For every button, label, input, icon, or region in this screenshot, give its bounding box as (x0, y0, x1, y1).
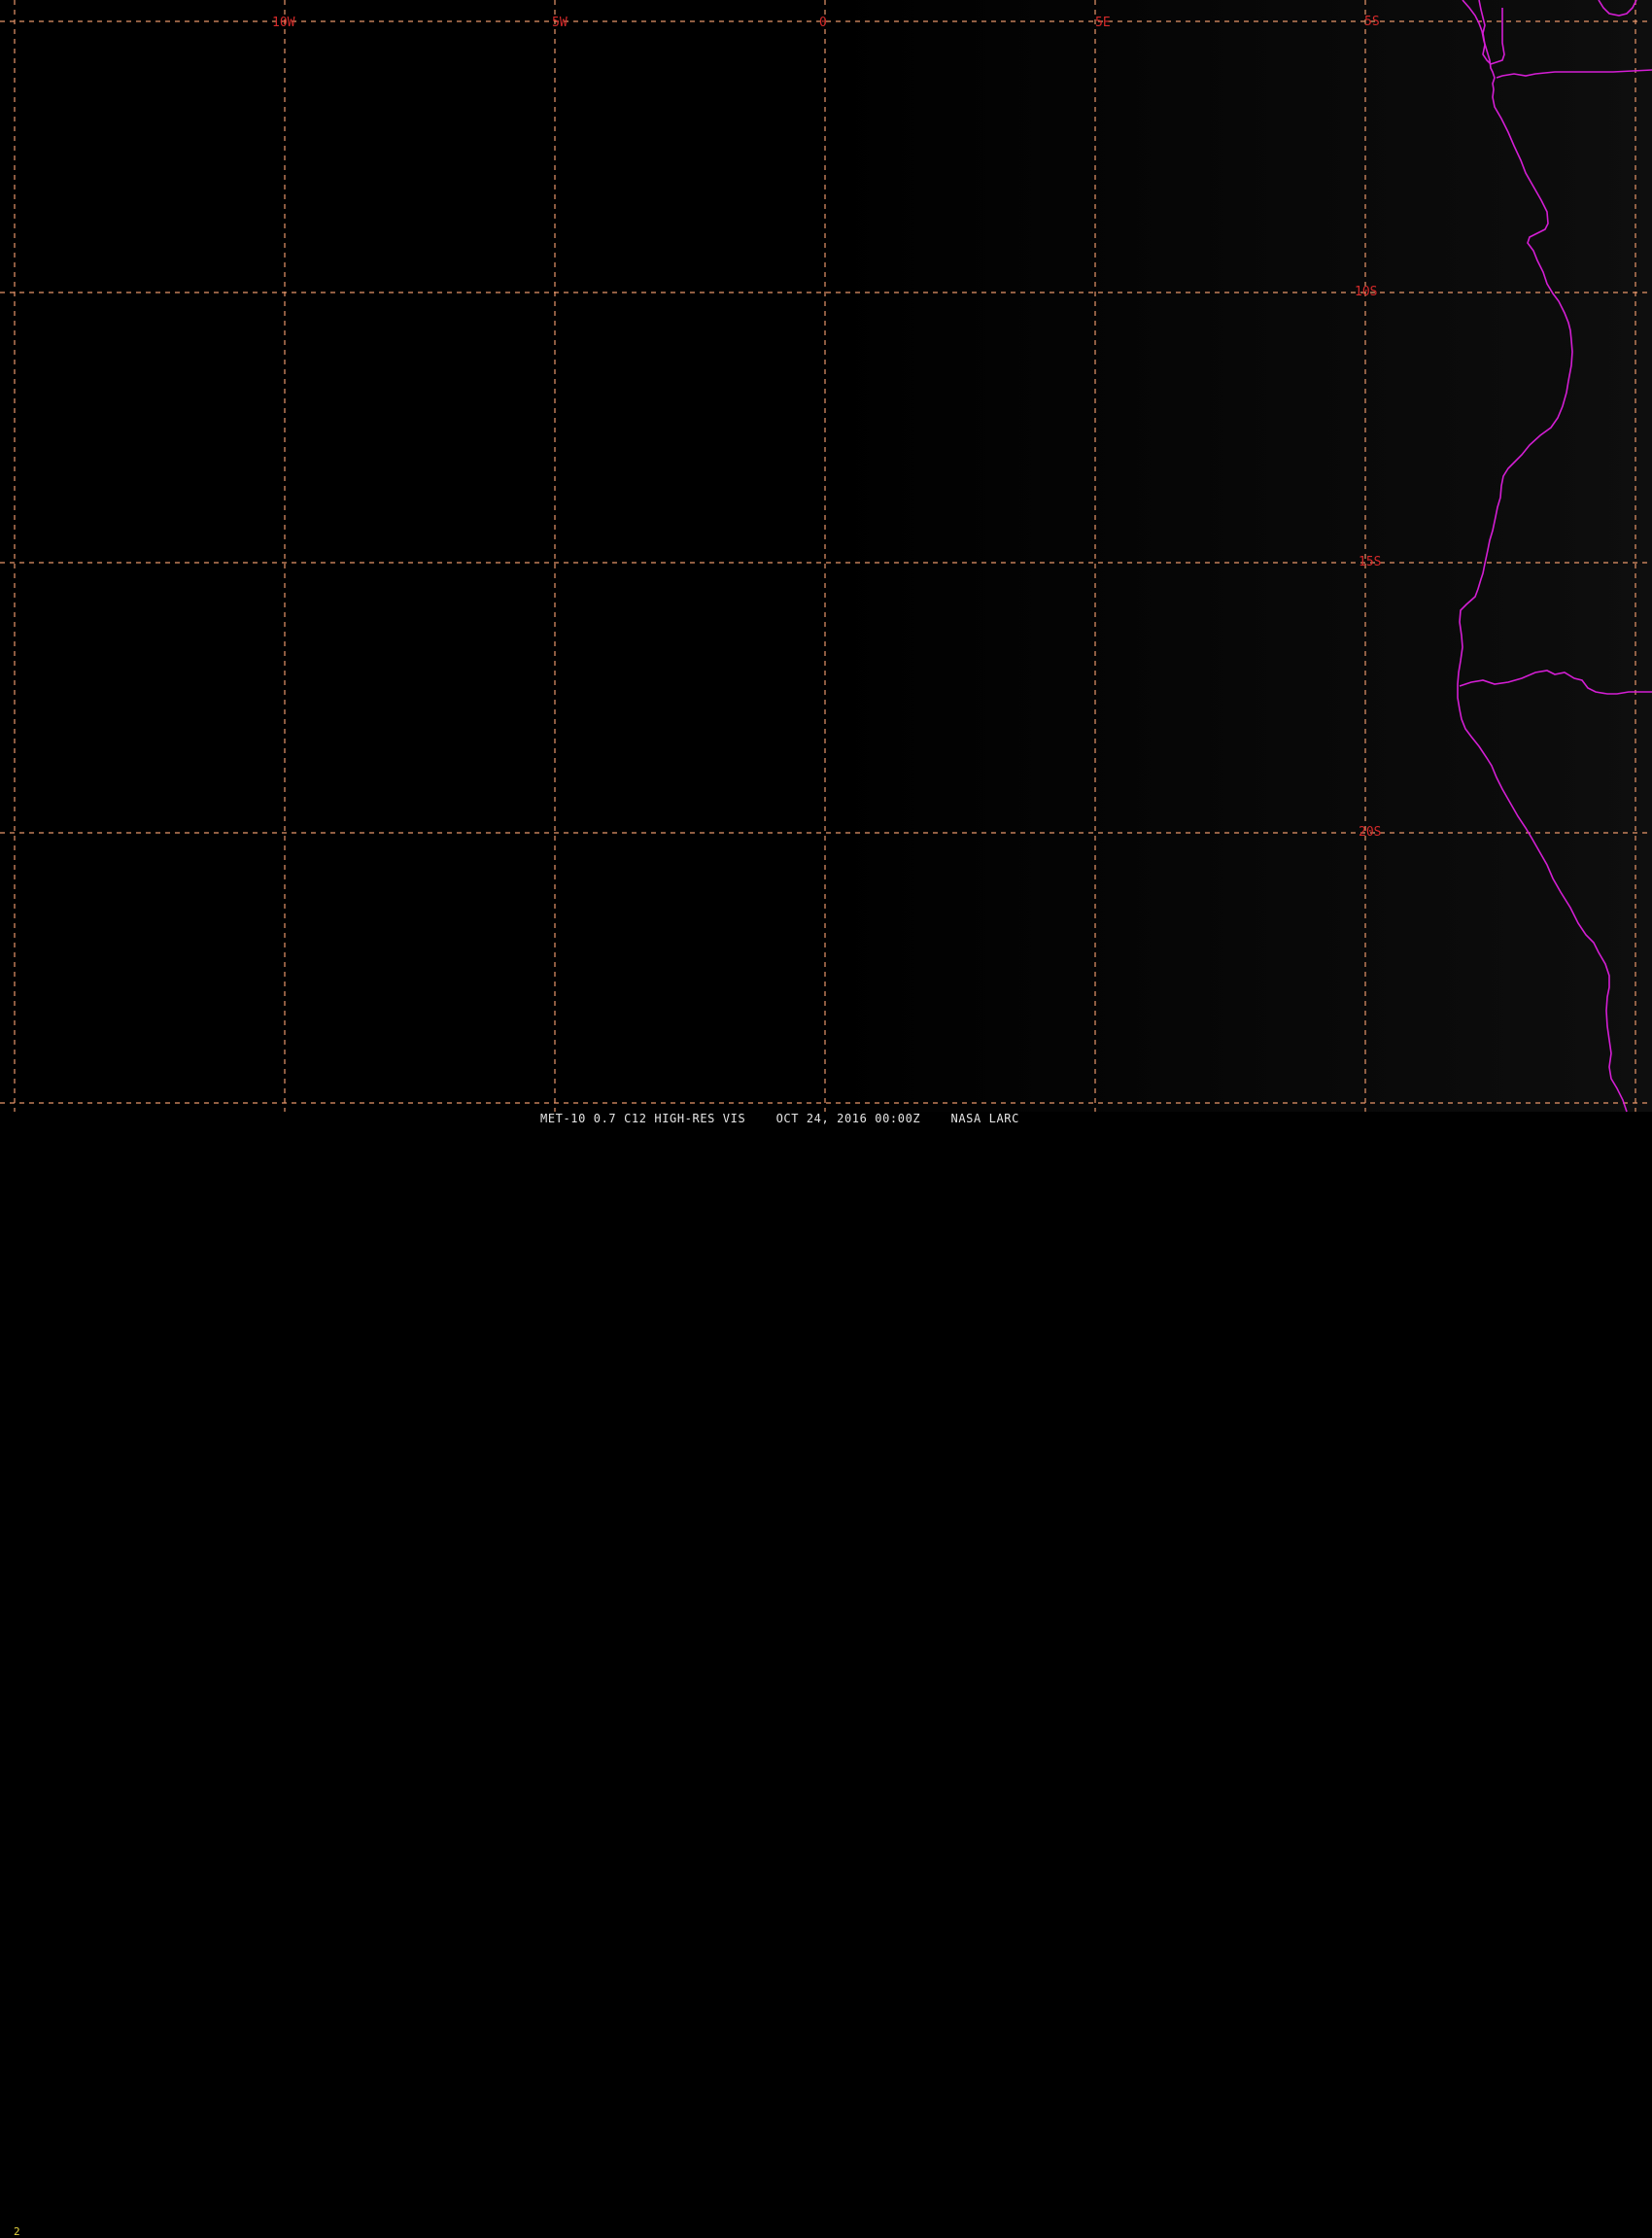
image-caption-bar: 2 MET-10 0.7 C12 HIGH-RES VIS OCT 24, 20… (0, 1112, 1652, 2238)
lat-label-20s: 20S (1359, 825, 1381, 840)
lat-label-15s: 15S (1359, 555, 1381, 569)
image-background (0, 0, 1652, 1112)
lat-label-5s: 5S (1364, 15, 1380, 29)
map-canvas: 10W 5W 0 5E 5S 10S 15S 20S (0, 0, 1652, 1113)
image-caption: MET-10 0.7 C12 HIGH-RES VIS OCT 24, 2016… (540, 1112, 1019, 1125)
lon-label-5w: 5W (552, 16, 568, 30)
lon-label-0: 0 (819, 16, 827, 30)
lon-label-5e: 5E (1095, 16, 1111, 30)
lon-label-10w: 10W (272, 16, 295, 30)
lat-label-10s: 10S (1355, 285, 1377, 299)
satellite-map-view: 10W 5W 0 5E 5S 10S 15S 20S 2 MET-10 0.7 … (0, 0, 1652, 2238)
frame-number: 2 (14, 2225, 20, 2238)
